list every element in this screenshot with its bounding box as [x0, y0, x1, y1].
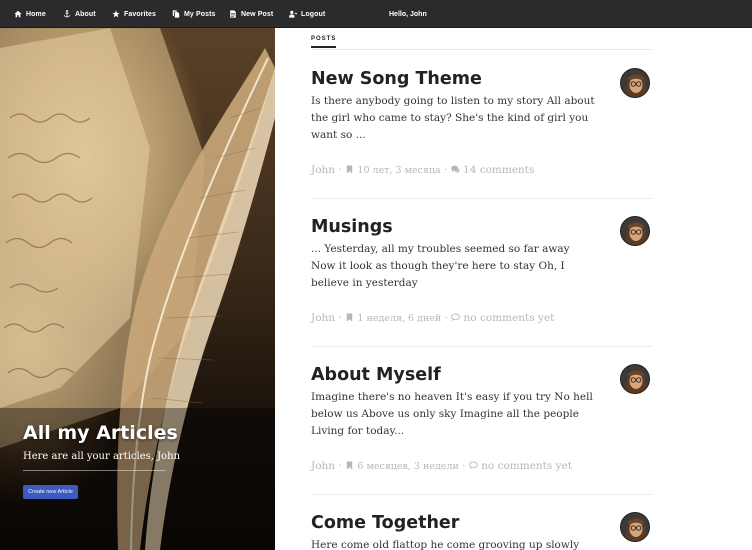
nav-logout-label: Logout [301, 10, 326, 18]
hero-divider [23, 470, 166, 471]
nav-favorites-label: Favorites [124, 10, 157, 18]
post-excerpt: Imagine there's no heaven It's easy if y… [311, 391, 593, 437]
john-portrait-image [621, 513, 649, 541]
bookmark-icon [346, 165, 353, 174]
post-excerpt: ... Yesterday, all my troubles seemed so… [311, 243, 570, 289]
post-title[interactable]: New Song Theme [311, 68, 652, 90]
post-title[interactable]: About Myself [311, 364, 652, 386]
bookmark-icon [346, 313, 353, 322]
author-avatar[interactable] [620, 216, 650, 246]
hero-panel [0, 28, 275, 550]
post-meta: John · 1 неделя, 6 дней · no comments ye… [311, 312, 555, 324]
post-divider [311, 346, 652, 347]
post-excerpt: Here come old flattop he come grooving u… [311, 539, 580, 550]
nav-my-posts-label: My Posts [184, 10, 216, 18]
nav-home-label: Home [26, 10, 46, 18]
john-portrait-image [621, 69, 649, 97]
post-author[interactable]: John [311, 164, 335, 176]
post-excerpt: Is there anybody going to listen to my s… [311, 95, 595, 141]
copy-icon [172, 10, 180, 18]
nav-about-label: About [75, 10, 96, 18]
anchor-icon [63, 10, 71, 18]
post-title[interactable]: Come Together [311, 512, 652, 534]
nav-new-post-link[interactable]: New Post [229, 0, 273, 28]
user-greeting: Hello, John [389, 10, 427, 18]
post-comments-link[interactable]: no comments yet [481, 460, 572, 472]
post-comments-link[interactable]: 14 comments [463, 164, 534, 176]
hero-title: All my Articles [23, 422, 178, 444]
nav-logout-link[interactable]: Logout [289, 0, 325, 28]
post-title[interactable]: Musings [311, 216, 652, 238]
nav-new-post-label: New Post [241, 10, 274, 18]
post-card: New Song Theme Is there anybody going to… [311, 68, 652, 199]
comments-icon [450, 165, 460, 173]
document-icon [230, 10, 236, 18]
post-author[interactable]: John [311, 312, 335, 324]
user-logout-icon [289, 10, 297, 18]
posts-header-divider [311, 49, 652, 50]
post-card: Come Together Here come old flattop he c… [311, 512, 652, 550]
hero-subtitle: Here are all your articles, John [23, 451, 181, 462]
john-portrait-image [621, 217, 649, 245]
post-author[interactable]: John [311, 460, 335, 472]
bookmark-icon [346, 461, 353, 470]
post-card: Musings ... Yesterday, all my troubles s… [311, 216, 652, 347]
quill-and-letter-image [0, 28, 275, 550]
star-icon [112, 10, 120, 18]
author-avatar[interactable] [620, 364, 650, 394]
post-card: About Myself Imagine there's no heaven I… [311, 364, 652, 495]
post-comments-link[interactable]: no comments yet [464, 312, 555, 324]
nav-about-link[interactable]: About [63, 0, 96, 28]
top-navbar: Home About Favorites My Posts New Post L… [0, 0, 752, 28]
author-avatar[interactable] [620, 68, 650, 98]
nav-my-posts-link[interactable]: My Posts [172, 0, 216, 28]
comment-outline-icon [468, 461, 478, 470]
author-avatar[interactable] [620, 512, 650, 542]
nav-home-link[interactable]: Home [14, 0, 46, 28]
post-date: 1 неделя, 6 дней [357, 313, 442, 324]
post-divider [311, 494, 652, 495]
nav-favorites-link[interactable]: Favorites [112, 0, 156, 28]
post-meta: John · 10 лет, 3 месяца · 14 comments [311, 164, 535, 176]
john-portrait-image [621, 365, 649, 393]
post-divider [311, 198, 652, 199]
posts-tab[interactable]: POSTS [311, 36, 337, 48]
post-date: 10 лет, 3 месяца [357, 165, 441, 176]
post-meta: John · 6 месяцев, 3 недели · no comments… [311, 460, 572, 472]
create-article-button[interactable]: Create new Article [23, 485, 78, 499]
post-date: 6 месяцев, 3 недели [357, 461, 459, 472]
comment-outline-icon [451, 313, 461, 322]
home-icon [14, 10, 22, 18]
